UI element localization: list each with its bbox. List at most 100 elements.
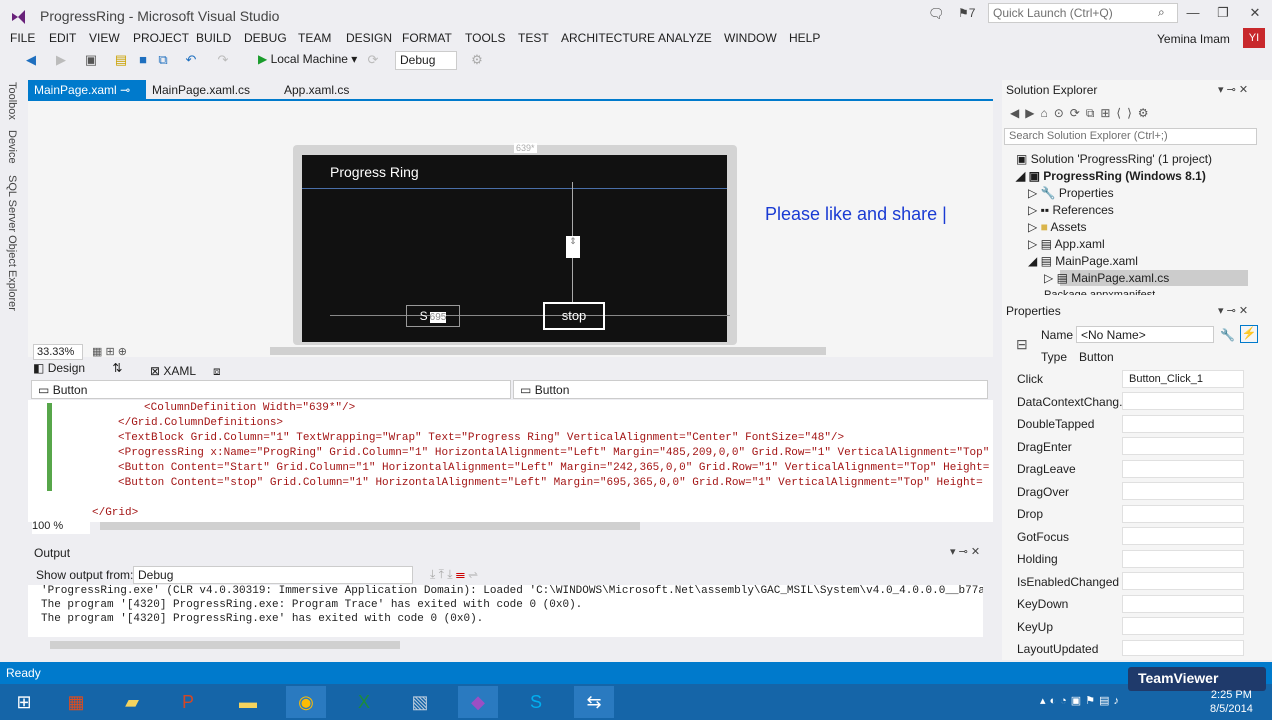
- event-handler-input[interactable]: [1122, 550, 1244, 568]
- menu-help[interactable]: HELP: [789, 31, 820, 45]
- tree-item-manifest[interactable]: Package.appxmanifest: [1044, 289, 1155, 295]
- menu-view[interactable]: VIEW: [89, 31, 120, 45]
- save-icon[interactable]: ■: [136, 53, 150, 67]
- teamviewer-taskbar-icon[interactable]: ⇆: [574, 686, 614, 718]
- solution-configuration-select[interactable]: Debug: [395, 51, 457, 70]
- tab-mainpage-xaml[interactable]: MainPage.xaml ⊸ ✕: [28, 80, 146, 111]
- forward-icon[interactable]: ▶: [54, 53, 68, 67]
- solution-explorer-toolbar-icon[interactable]: ◀▶⌂⊙⟳⧉⊞⟨⟩⚙: [1010, 106, 1155, 121]
- app-preview-screen[interactable]: [302, 155, 727, 342]
- split-icon[interactable]: ⧈: [213, 364, 221, 378]
- menu-edit[interactable]: EDIT: [49, 31, 76, 45]
- event-handler-input[interactable]: [1122, 505, 1244, 523]
- event-handler-input[interactable]: [1122, 437, 1244, 455]
- folder-icon[interactable]: ▬: [228, 686, 268, 718]
- excel-icon[interactable]: X: [344, 686, 384, 718]
- device-tab[interactable]: Device: [6, 130, 18, 164]
- quick-launch-input[interactable]: Quick Launch (Ctrl+Q): [988, 3, 1178, 23]
- start-debugging-button[interactable]: ▶ Local Machine ▾: [258, 52, 357, 70]
- notepad-icon[interactable]: ▧: [400, 686, 440, 718]
- file-explorer-icon[interactable]: ▰: [112, 686, 152, 718]
- properties-controls-icon[interactable]: ▾ ⊸ ✕: [1218, 304, 1248, 317]
- code-zoom-select[interactable]: 100 %: [32, 520, 90, 534]
- event-handler-input[interactable]: [1122, 640, 1244, 656]
- designer-zoom-select[interactable]: 33.33%: [33, 344, 83, 360]
- menu-format[interactable]: FORMAT: [402, 31, 452, 45]
- minimize-button[interactable]: —: [1183, 5, 1203, 23]
- feedback-icon[interactable]: 🗨: [928, 6, 945, 22]
- tree-item-references[interactable]: ▷ ▪▪ References: [1028, 203, 1114, 217]
- menu-team[interactable]: TEAM: [298, 31, 331, 45]
- menu-tools[interactable]: TOOLS: [465, 31, 505, 45]
- clear-all-icon[interactable]: ☰: [456, 567, 465, 581]
- output-text[interactable]: 'ProgressRing.exe' (CLR v4.0.30319: Imme…: [28, 585, 983, 637]
- start-icon[interactable]: ⊞: [4, 686, 44, 718]
- menu-file[interactable]: FILE: [10, 31, 35, 45]
- menu-design[interactable]: DESIGN: [346, 31, 392, 45]
- system-clock[interactable]: 2:25 PM 8/5/2014: [1210, 688, 1253, 716]
- toolbar-tool-icon[interactable]: ⚙: [470, 53, 484, 67]
- code-horizontal-scrollbar[interactable]: [100, 522, 640, 530]
- output-horizontal-scrollbar[interactable]: [50, 641, 400, 649]
- powerpoint-icon[interactable]: P: [168, 686, 208, 718]
- event-handler-input[interactable]: [1122, 595, 1244, 613]
- xaml-code-editor[interactable]: <ColumnDefinition Width="639*"/> </Grid.…: [28, 400, 993, 522]
- event-handler-input[interactable]: [1122, 617, 1244, 635]
- stop-button-preview[interactable]: stop: [543, 302, 605, 330]
- event-handler-input[interactable]: [1122, 460, 1244, 478]
- grid-toggle-icon[interactable]: ▦ ⊞ ⊕: [92, 345, 127, 358]
- close-button[interactable]: ✕: [1245, 5, 1265, 23]
- menu-build[interactable]: BUILD: [196, 31, 231, 45]
- undo-icon[interactable]: ↶: [184, 53, 198, 67]
- open-file-icon[interactable]: ▤: [114, 53, 128, 67]
- output-source-select[interactable]: Debug: [133, 566, 413, 584]
- system-tray-icon[interactable]: ▴◐◔▣⚑▤♪: [1040, 694, 1123, 707]
- event-handler-input[interactable]: [1122, 392, 1244, 410]
- notifications-icon[interactable]: ⚑7: [958, 6, 975, 20]
- menu-analyze[interactable]: ANALYZE: [658, 31, 712, 45]
- menu-test[interactable]: TEST: [518, 31, 549, 45]
- menu-architecture[interactable]: ARCHITECTURE: [561, 31, 655, 45]
- element-selector-left[interactable]: ▭ Button: [31, 380, 511, 399]
- refresh-icon[interactable]: ⟳: [366, 53, 380, 67]
- app-title-textblock[interactable]: Progress Ring: [330, 164, 419, 180]
- store-app-icon[interactable]: ▦: [56, 686, 96, 718]
- tab-design[interactable]: ◧ Design ⇅: [33, 361, 122, 375]
- menu-project[interactable]: PROJECT: [133, 31, 189, 45]
- tab-xaml[interactable]: ⊠ XAML ⧈: [150, 364, 221, 379]
- event-handler-input[interactable]: [1122, 415, 1244, 433]
- tree-item-mainpage-xaml[interactable]: ◢ ▤ MainPage.xaml: [1028, 254, 1138, 268]
- event-handler-input[interactable]: [1122, 482, 1244, 500]
- maximize-button[interactable]: ❐: [1213, 5, 1233, 23]
- events-view-icon[interactable]: ⚡: [1240, 325, 1258, 343]
- event-handler-input[interactable]: Button_Click_1: [1122, 370, 1244, 388]
- event-handler-input[interactable]: [1122, 527, 1244, 545]
- tree-item-assets[interactable]: ▷ ■ Assets: [1028, 220, 1087, 234]
- pin-icon[interactable]: ⊸: [120, 83, 130, 97]
- element-selector-right[interactable]: ▭ Button: [513, 380, 988, 399]
- column-width-marker[interactable]: 639*: [514, 143, 537, 153]
- solution-explorer-controls-icon[interactable]: ▾ ⊸ ✕: [1218, 83, 1248, 96]
- save-all-icon[interactable]: ⧉: [156, 53, 170, 67]
- user-name[interactable]: Yemina Imam: [1157, 32, 1230, 46]
- skype-icon[interactable]: S: [516, 686, 556, 718]
- sql-server-object-explorer-tab[interactable]: SQL Server Object Explorer: [6, 175, 18, 311]
- event-handler-input[interactable]: [1122, 572, 1244, 590]
- redo-icon[interactable]: ↷: [216, 53, 230, 67]
- back-icon[interactable]: ◀: [24, 53, 38, 67]
- tree-item-solution[interactable]: ▣ Solution 'ProgressRing' (1 project): [1016, 152, 1212, 166]
- menu-debug[interactable]: DEBUG: [244, 31, 287, 45]
- tree-item-properties[interactable]: ▷ 🔧 Properties: [1028, 186, 1114, 200]
- avatar[interactable]: YI: [1243, 28, 1265, 48]
- menu-window[interactable]: WINDOW: [724, 31, 777, 45]
- chrome-icon[interactable]: ◉: [286, 686, 326, 718]
- output-panel-controls-icon[interactable]: ▾ ⊸ ✕: [950, 545, 980, 558]
- tree-item-app-xaml[interactable]: ▷ ▤ App.xaml: [1028, 237, 1105, 251]
- name-input[interactable]: <No Name>: [1076, 326, 1214, 343]
- solution-explorer-search-input[interactable]: Search Solution Explorer (Ctrl+;): [1004, 128, 1257, 145]
- tree-item-project[interactable]: ◢ ▣ ProgressRing (Windows 8.1): [1016, 169, 1206, 183]
- output-toolbar-icon[interactable]: ⤓ ⤒ ⤓ ☰ ⇌: [430, 567, 478, 582]
- swap-panes-icon[interactable]: ⇅: [112, 361, 122, 375]
- tab-mainpage-xaml-cs[interactable]: MainPage.xaml.cs: [146, 80, 256, 99]
- properties-view-icon[interactable]: 🔧: [1220, 328, 1235, 342]
